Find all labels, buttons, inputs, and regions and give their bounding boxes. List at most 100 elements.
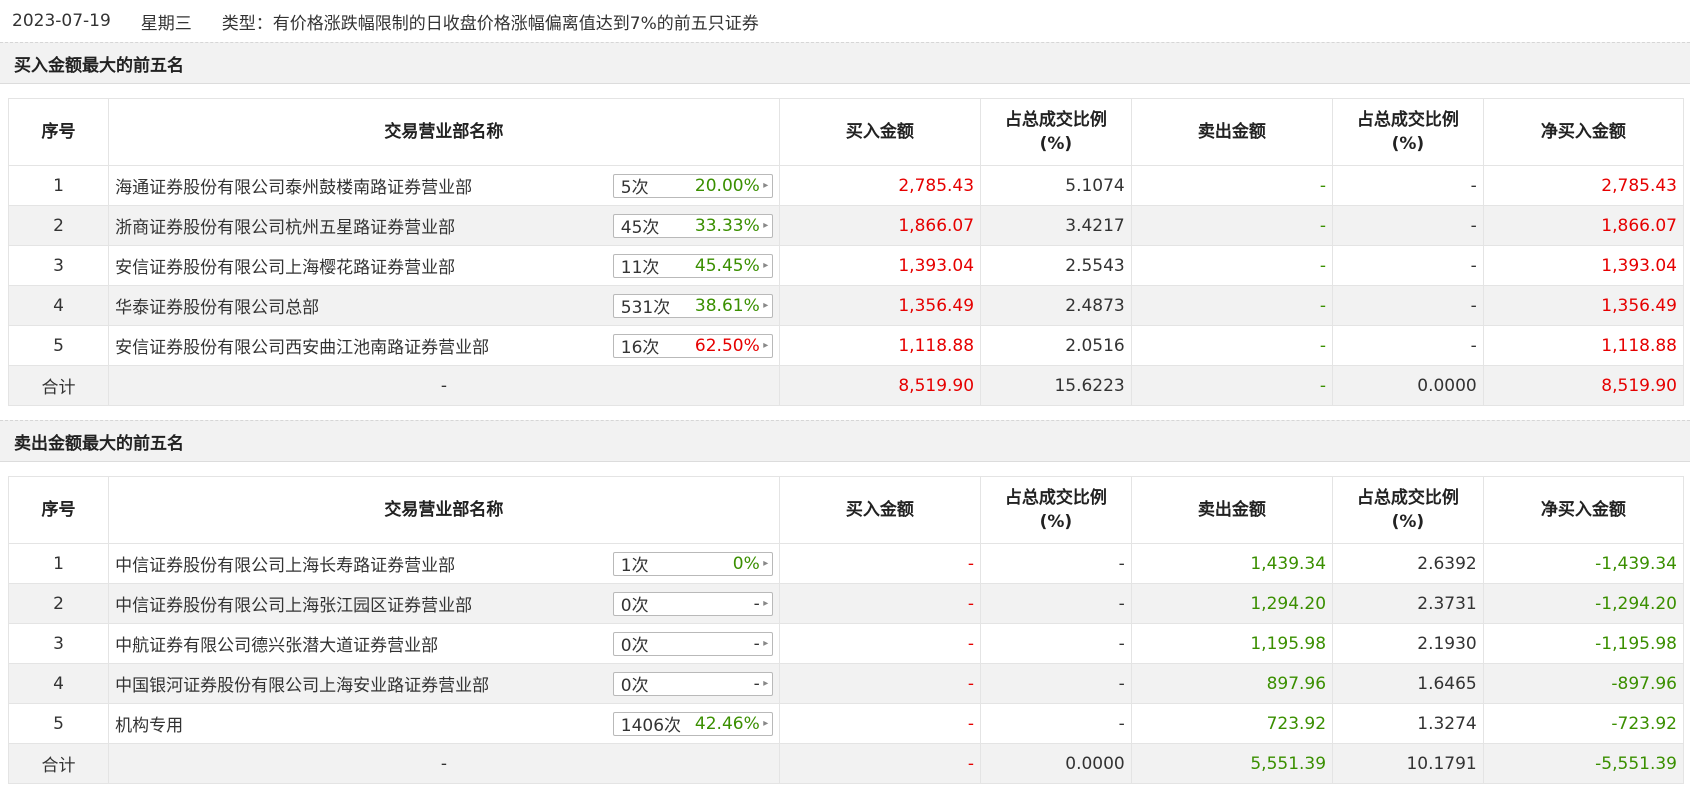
sell-ratio: 1.3274 xyxy=(1332,703,1484,744)
broker-stats-badge[interactable]: 1次 0% ▸ xyxy=(612,551,773,576)
broker-name: 安信证券股份有限公司上海樱花路证券营业部 xyxy=(115,258,456,278)
broker-stats-badge[interactable]: 45次 33.33% ▸ xyxy=(612,213,773,238)
table-row: 2 浙商证券股份有限公司杭州五星路证券营业部 45次 33.33% ▸ 1,86… xyxy=(7,205,1685,246)
net-amount: -897.96 xyxy=(1482,663,1685,704)
row-name-cell: 中信证券股份有限公司上海张江园区证券营业部 0次 - ▸ xyxy=(108,583,780,624)
trade-date: 2023-07-19 xyxy=(12,11,111,31)
list-count: 1406次 xyxy=(620,716,682,736)
row-name-cell: 中国银河证券股份有限公司上海安业路证券营业部 0次 - ▸ xyxy=(108,663,780,704)
success-rate: 0% xyxy=(732,553,760,574)
row-seq: 5 xyxy=(7,703,110,744)
net-amount: 1,866.07 xyxy=(1482,205,1685,246)
list-count: 0次 xyxy=(620,636,649,656)
caret-right-icon: ▸ xyxy=(763,638,769,649)
sell-ratio: 1.6465 xyxy=(1332,663,1484,704)
broker-stats-badge[interactable]: 1406次 42.46% ▸ xyxy=(612,711,773,736)
sell-amount: - xyxy=(1130,245,1334,286)
broker-stats-badge[interactable]: 16次 62.50% ▸ xyxy=(612,333,773,358)
buy-ratio: 3.4217 xyxy=(980,205,1132,246)
caret-right-icon: ▸ xyxy=(763,180,769,191)
broker-name: 中航证券有限公司德兴张潜大道证券营业部 xyxy=(115,636,439,656)
list-count: 45次 xyxy=(620,218,660,238)
buy-ratio: - xyxy=(980,623,1132,664)
broker-name: 中信证券股份有限公司上海张江园区证券营业部 xyxy=(115,596,473,616)
row-name-cell: 浙商证券股份有限公司杭州五星路证券营业部 45次 33.33% ▸ xyxy=(108,205,780,246)
broker-name: 安信证券股份有限公司西安曲江池南路证券营业部 xyxy=(115,338,490,358)
buy-ratio: 2.4873 xyxy=(980,285,1132,326)
buy-ratio: - xyxy=(980,703,1132,744)
buy-ratio: 2.5543 xyxy=(980,245,1132,286)
net-amount: 2,785.43 xyxy=(1482,165,1685,206)
table-row: 4 中国银河证券股份有限公司上海安业路证券营业部 0次 - ▸ - -897.96… xyxy=(7,663,1685,704)
list-count: 531次 xyxy=(620,298,671,318)
list-count: 16次 xyxy=(620,338,660,358)
sell-amount: 1,294.20 xyxy=(1130,583,1334,624)
total-name: - xyxy=(108,743,780,784)
table-row: 5 机构专用 1406次 42.46% ▸ - -723.92 1.3274 -723… xyxy=(7,703,1685,744)
buy-amount: 2,785.43 xyxy=(778,165,982,206)
broker-stats-badge[interactable]: 11次 45.45% ▸ xyxy=(612,253,773,278)
total-name: - xyxy=(108,365,780,406)
buy-amount: - xyxy=(778,543,982,584)
broker-stats-badge[interactable]: 5次 20.00% ▸ xyxy=(612,173,773,198)
col-seq: 序号 xyxy=(7,476,110,544)
buy-table: 序号 交易营业部名称 买入金额 占总成交比例 (%) 卖出金额 占总成交比例 (%)… xyxy=(7,98,1685,406)
broker-name: 机构专用 xyxy=(115,716,184,736)
sell-ratio: - xyxy=(1332,325,1484,366)
row-name-cell: 机构专用 1406次 42.46% ▸ xyxy=(108,703,780,744)
total-label: 合计 xyxy=(7,365,110,406)
sell-amount: 1,195.98 xyxy=(1130,623,1334,664)
sell-ratio: 2.1930 xyxy=(1332,623,1484,664)
type-description: 类型：有价格涨跌幅限制的日收盘价格涨幅偏离值达到7%的前五只证券 xyxy=(221,13,759,34)
broker-name: 中信证券股份有限公司上海长寿路证券营业部 xyxy=(115,556,456,576)
success-rate: 42.46% xyxy=(694,713,760,734)
table-row: 1 海通证券股份有限公司泰州鼓楼南路证券营业部 5次 20.00% ▸ 2,78… xyxy=(7,165,1685,206)
caret-right-icon: ▸ xyxy=(763,220,769,231)
table-row: 4 华泰证券股份有限公司总部 531次 38.61% ▸ 1,356.49 2.4… xyxy=(7,285,1685,326)
net-amount: -723.92 xyxy=(1482,703,1685,744)
total-label: 合计 xyxy=(7,743,110,784)
caret-right-icon: ▸ xyxy=(763,718,769,729)
total-net: -5,551.39 xyxy=(1482,743,1685,784)
col-sell-ratio: 占总成交比例 (%) xyxy=(1332,98,1484,166)
row-name-cell: 安信证券股份有限公司西安曲江池南路证券营业部 16次 62.50% ▸ xyxy=(108,325,780,366)
net-amount: -1,439.34 xyxy=(1482,543,1685,584)
row-seq: 2 xyxy=(7,205,110,246)
list-count: 5次 xyxy=(620,178,649,198)
total-buy-ratio: 0.0000 xyxy=(980,743,1132,784)
sell-amount: 723.92 xyxy=(1130,703,1334,744)
broker-stats-badge[interactable]: 0次 - ▸ xyxy=(612,671,773,696)
success-rate: 20.00% xyxy=(694,175,760,196)
buy-ratio: 5.1074 xyxy=(980,165,1132,206)
broker-stats-badge[interactable]: 0次 - ▸ xyxy=(612,631,773,656)
table-header-row: 序号 交易营业部名称 买入金额 占总成交比例 (%) 卖出金额 占总成交比例 (%)… xyxy=(7,98,1685,166)
total-sell: - xyxy=(1130,365,1334,406)
buy-amount: - xyxy=(778,623,982,664)
row-seq: 5 xyxy=(7,325,110,366)
sell-amount: 897.96 xyxy=(1130,663,1334,704)
buy-amount: 1,393.04 xyxy=(778,245,982,286)
row-seq: 3 xyxy=(7,623,110,664)
list-count: 0次 xyxy=(620,676,649,696)
caret-right-icon: ▸ xyxy=(763,678,769,689)
caret-right-icon: ▸ xyxy=(763,558,769,569)
table-row: 3 安信证券股份有限公司上海樱花路证券营业部 11次 45.45% ▸ 1,39… xyxy=(7,245,1685,286)
sell-amount: 1,439.34 xyxy=(1130,543,1334,584)
col-net: 净买入金额 xyxy=(1482,98,1685,166)
buy-ratio: 2.0516 xyxy=(980,325,1132,366)
row-seq: 2 xyxy=(7,583,110,624)
col-buy-ratio: 占总成交比例 (%) xyxy=(980,476,1132,544)
col-sell: 卖出金额 xyxy=(1130,476,1334,544)
caret-right-icon: ▸ xyxy=(763,340,769,351)
total-sell-ratio: 0.0000 xyxy=(1332,365,1484,406)
col-sell-ratio: 占总成交比例 (%) xyxy=(1332,476,1484,544)
broker-stats-badge[interactable]: 0次 - ▸ xyxy=(612,591,773,616)
sell-table: 序号 交易营业部名称 买入金额 占总成交比例 (%) 卖出金额 占总成交比例 (%)… xyxy=(7,476,1685,784)
broker-stats-badge[interactable]: 531次 38.61% ▸ xyxy=(612,293,773,318)
net-amount: 1,356.49 xyxy=(1482,285,1685,326)
col-buy: 买入金额 xyxy=(778,476,982,544)
col-name: 交易营业部名称 xyxy=(108,98,780,166)
total-net: 8,519.90 xyxy=(1482,365,1685,406)
col-net: 净买入金额 xyxy=(1482,476,1685,544)
row-name-cell: 中信证券股份有限公司上海长寿路证券营业部 1次 0% ▸ xyxy=(108,543,780,584)
